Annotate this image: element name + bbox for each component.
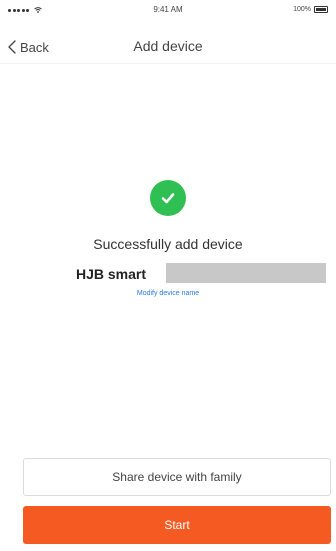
check-circle-icon bbox=[150, 180, 186, 216]
modify-device-name-link[interactable]: Modify device name bbox=[0, 290, 336, 297]
start-button[interactable]: Start bbox=[23, 506, 331, 544]
success-message: Successfully add device bbox=[93, 236, 243, 252]
share-device-button[interactable]: Share device with family bbox=[23, 458, 331, 496]
status-bar: 9:41 AM 100% bbox=[0, 0, 336, 24]
redacted-device-id bbox=[166, 263, 326, 283]
checkmark-icon bbox=[161, 193, 175, 204]
device-name: HJB smart bbox=[76, 266, 147, 282]
battery-icon bbox=[314, 6, 328, 13]
add-device-screen: 9:41 AM 100% Back Add device Successfull… bbox=[0, 0, 336, 551]
device-name-row: HJB smart bbox=[76, 263, 326, 284]
status-time: 9:41 AM bbox=[153, 5, 183, 14]
nav-bar: Back Add device bbox=[0, 28, 336, 64]
page-title: Add device bbox=[133, 38, 203, 54]
battery-percentage: 100% bbox=[293, 6, 311, 13]
